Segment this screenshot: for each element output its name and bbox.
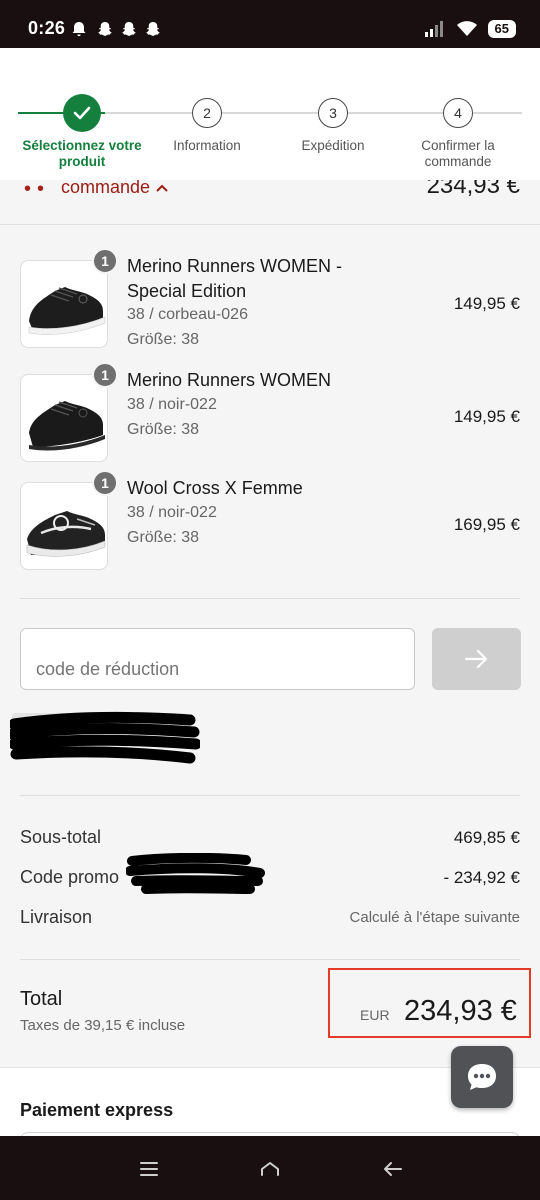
total-label: Total — [20, 988, 63, 1010]
product-name: Wool Cross X Femme — [127, 478, 303, 498]
promo-label: Code promo — [20, 867, 120, 887]
chat-bubble-icon — [468, 1064, 496, 1090]
menu-icon — [140, 1162, 158, 1176]
quantity-badge: 1 — [92, 248, 118, 274]
order-summary-toggle[interactable]: •• commande 234,93 € — [0, 180, 540, 225]
alarm-icon — [72, 22, 86, 37]
quantity-badge: 1 — [92, 362, 118, 388]
step-3-label: Expédition — [301, 138, 365, 153]
subtotal-value: 469,85 € — [453, 828, 520, 847]
product-price: 169,95 € — [453, 515, 520, 534]
express-title: Paiement express — [20, 1100, 174, 1120]
product-image — [20, 374, 108, 462]
back-icon — [384, 1162, 402, 1176]
divider — [20, 959, 520, 960]
chevron-up-icon — [156, 184, 168, 192]
product-item: 1 Merino Runners WOMEN - Special Edition… — [20, 248, 520, 350]
subtotal-label: Sous-total — [20, 827, 102, 847]
step-4-number: 4 — [443, 98, 473, 128]
shipping-value: Calculé à l'étape suivante — [349, 909, 520, 926]
redacted-scribble — [10, 711, 200, 764]
step-2-number: 2 — [192, 98, 222, 128]
system-nav-bar — [0, 1136, 540, 1200]
status-bar: 0:26 65 — [0, 0, 540, 48]
product-variant: 38 / corbeau-026 — [127, 306, 248, 323]
product-item: 1 Merino Runners WOMEN 38 / noir-022 Grö… — [20, 362, 520, 464]
product-size: Größe: 38 — [127, 529, 200, 546]
product-variant: 38 / noir-022 — [127, 396, 217, 413]
step-2-label: Information — [173, 138, 241, 153]
recent-apps-button[interactable] — [134, 1156, 164, 1182]
status-right: 65 — [424, 18, 516, 40]
currency-code: EUR — [360, 1007, 390, 1023]
summary-toggle-label: commande — [61, 180, 151, 197]
divider — [20, 598, 520, 599]
promo-value: - 234,92 € — [443, 868, 520, 887]
summary-toggle[interactable]: commande — [61, 180, 169, 198]
apply-discount-button[interactable] — [432, 628, 521, 690]
product-image — [20, 260, 108, 348]
snapchat-icon — [146, 22, 160, 36]
status-time: 0:26 — [28, 18, 66, 38]
product-price: 149,95 € — [453, 407, 520, 426]
shipping-label: Livraison — [20, 907, 93, 927]
home-icon — [261, 1162, 279, 1176]
product-price: 149,95 € — [453, 294, 520, 313]
product-name: Merino Runners WOMEN - Special Edition — [127, 256, 343, 301]
discount-code-input[interactable] — [20, 628, 415, 690]
product-size: Größe: 38 — [127, 421, 200, 438]
quantity-badge: 1 — [92, 470, 118, 496]
snapchat-icon — [98, 22, 112, 36]
home-button[interactable] — [255, 1156, 285, 1182]
grand-total: 234,93 € — [404, 995, 517, 1027]
divider — [20, 795, 520, 796]
snapchat-icon — [122, 22, 136, 36]
dots-icon: •• — [24, 180, 51, 200]
order-summary: 1 Merino Runners WOMEN - Special Edition… — [0, 225, 540, 1067]
battery-indicator: 65 — [487, 20, 516, 38]
product-image — [20, 482, 108, 570]
product-item: 1 Wool Cross X Femme 38 / noir-022 Größe… — [20, 470, 520, 572]
product-name: Merino Runners WOMEN — [127, 370, 332, 390]
arrow-right-icon — [464, 649, 487, 669]
product-variant: 38 / noir-022 — [127, 504, 217, 521]
wifi-icon — [456, 21, 477, 36]
checkout-steps: Sélectionnez votre produit 2 Information… — [0, 48, 540, 180]
chat-button[interactable] — [451, 1046, 513, 1108]
step-1-check-icon[interactable] — [63, 94, 101, 132]
summary-total: 234,93 € — [426, 180, 520, 199]
signal-icon — [424, 21, 443, 37]
step-4-label: Confirmer la commande — [421, 138, 495, 169]
step-1-label[interactable]: Sélectionnez votre produit — [16, 138, 148, 170]
step-3-number: 3 — [318, 98, 348, 128]
product-size: Größe: 38 — [127, 331, 200, 348]
tax-note: Taxes de 39,15 € incluse — [20, 1017, 186, 1034]
back-button[interactable] — [377, 1156, 407, 1182]
redacted-promo-code — [126, 853, 265, 894]
